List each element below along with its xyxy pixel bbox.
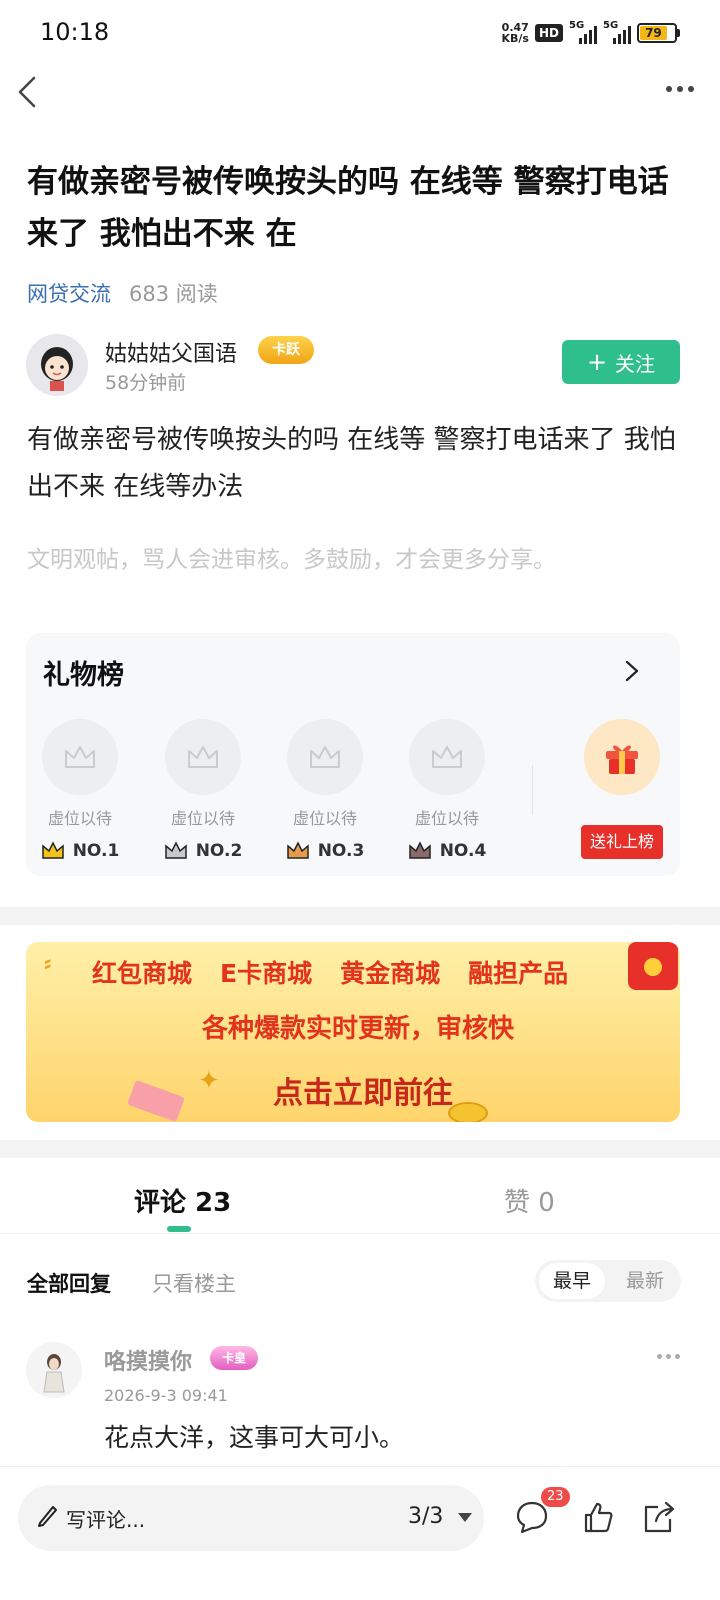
read-count: 683 阅读 [129, 282, 218, 306]
signal-icon-2: 5G [603, 20, 631, 44]
post-body: 有做亲密号被传唤按头的吗 在线等 警察打电话来了 我怕出不来 在线等办法 [27, 425, 676, 502]
post-time: 58分钟前 [105, 372, 187, 394]
red-envelope-icon [628, 942, 678, 990]
comment-text: 花点大洋，这事可大可小。 [104, 1423, 405, 1452]
more-icon[interactable] [666, 86, 694, 92]
bottom-bar: 写评论... 3/3 23 [0, 1466, 720, 1600]
comment-time: 2026-9-3 09:41 [104, 1386, 228, 1405]
banner-cta: 点击立即前往 [273, 1076, 453, 1111]
author-row: 姑姑姑父国语 卡跃 58分钟前 + 关注 [26, 334, 680, 398]
section-divider [0, 1140, 720, 1158]
signal-icon: 5G [569, 20, 597, 44]
filter-op-only[interactable]: 只看楼主 [152, 1268, 236, 1298]
like-icon[interactable] [578, 1497, 618, 1537]
crown-icon [286, 841, 309, 859]
sparkle-lines-icon: ⸗ [44, 951, 52, 976]
banner-subtitle: 各种爆款实时更新，审核快 [201, 1014, 514, 1044]
crown-icon [164, 841, 187, 859]
crown-outline-icon [287, 719, 363, 795]
divider [532, 765, 533, 815]
page-indicator[interactable]: 3/3 [408, 1504, 443, 1529]
status-icons: 0.47 KB/s HD 5G 5G 79 [501, 18, 680, 48]
gift-slot: 虚位以待 NO.3 [279, 719, 371, 861]
post-title: 有做亲密号被传唤按头的吗 在线等 警察打电话来了 我怕出不来 在 [27, 164, 669, 252]
gift-board-title: 礼物榜 [43, 660, 124, 691]
vip-badge: 卡跃 [258, 336, 314, 364]
share-icon[interactable] [640, 1497, 680, 1537]
section-divider [0, 907, 720, 925]
comment-filters: 全部回复 只看楼主 最早 最新 [27, 1260, 681, 1302]
sort-earliest-button[interactable]: 最早 [539, 1263, 605, 1299]
chevron-right-icon[interactable] [624, 659, 640, 683]
gift-board: 礼物榜 虚位以待 NO.1 虚位以待 NO.2 虚位以待 NO.3 虚位以待 N… [26, 633, 680, 876]
gift-slot: 虚位以待 NO.4 [401, 719, 493, 861]
tab-likes[interactable]: 赞 0 [504, 1182, 555, 1219]
plus-icon: + [586, 348, 608, 376]
follow-button[interactable]: + 关注 [562, 340, 680, 384]
commenter-avatar[interactable] [26, 1342, 82, 1398]
battery-icon: 79 [637, 23, 680, 43]
coin-icon [448, 1102, 488, 1122]
comment-more-icon[interactable] [657, 1354, 680, 1359]
send-gift-button[interactable]: 送礼上榜 [581, 825, 663, 859]
comment-count-badge: 23 [541, 1487, 570, 1507]
write-comment-input[interactable]: 写评论... 3/3 [18, 1485, 484, 1551]
post-meta: 网贷交流 683 阅读 [27, 278, 218, 308]
comment-tabs: 评论 23 赞 0 [0, 1160, 720, 1234]
commenter-name[interactable]: 咯摸摸你 [104, 1344, 192, 1376]
crown-outline-icon [165, 719, 241, 795]
comment-item: 咯摸摸你 卡皇 2026-9-3 09:41 花点大洋，这事可大可小。 [26, 1340, 682, 1460]
status-time: 10:18 [40, 18, 110, 46]
gift-slot: 虚位以待 NO.1 [34, 719, 126, 861]
author-avatar[interactable] [26, 334, 88, 396]
caret-down-icon[interactable] [458, 1513, 472, 1522]
pencil-icon [36, 1503, 62, 1529]
filter-all-replies[interactable]: 全部回复 [27, 1268, 111, 1298]
gift-slot: 虚位以待 NO.2 [157, 719, 249, 861]
forum-link[interactable]: 网贷交流 [27, 278, 111, 308]
vip-badge: 卡皇 [210, 1346, 259, 1370]
hd-voice-icon: HD [534, 24, 563, 42]
status-bar: 10:18 0.47 KB/s HD 5G 5G 79 [0, 0, 720, 64]
sort-newest-button[interactable]: 最新 [613, 1263, 677, 1299]
crown-icon [41, 841, 64, 859]
back-icon[interactable] [16, 74, 44, 110]
crown-icon [408, 841, 431, 859]
banner-items: 红包商城 E卡商城 黄金商城 融担产品 [92, 959, 569, 988]
sort-toggle: 最早 最新 [535, 1260, 681, 1302]
promo-banner[interactable]: ⸗ 红包商城 E卡商城 黄金商城 融担产品 各种爆款实时更新，审核快 ✦ 点击立… [26, 942, 680, 1122]
tab-comments[interactable]: 评论 23 [134, 1182, 231, 1219]
network-speed: 0.47 KB/s [501, 21, 529, 45]
crown-outline-icon [409, 719, 485, 795]
active-tab-indicator [167, 1226, 191, 1232]
gift-icon[interactable] [584, 719, 660, 795]
author-name[interactable]: 姑姑姑父国语 [105, 336, 237, 368]
crown-outline-icon [42, 719, 118, 795]
civility-notice: 文明观帖，骂人会进审核。多鼓励，才会更多分享。 [27, 547, 556, 573]
